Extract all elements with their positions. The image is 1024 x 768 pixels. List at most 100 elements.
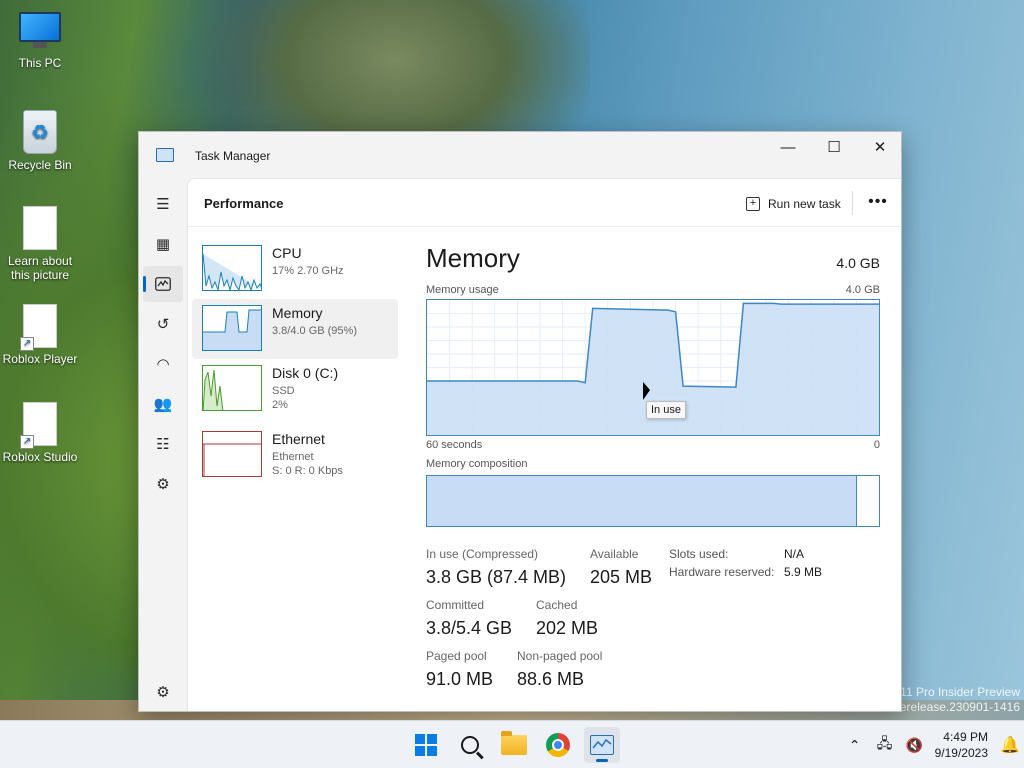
desktop-icon-label: Learn about this picture [7, 254, 73, 282]
recycle-bin-icon: ♻ [23, 110, 57, 154]
processes-icon[interactable]: ▦ [143, 226, 183, 262]
windows-watermark: 11 Pro Insider Preview rerelease.230901-… [896, 685, 1020, 715]
memory-thumbnail-graph [202, 305, 262, 351]
minimize-button[interactable]: — [765, 132, 811, 162]
desktop-icon-label: Roblox Studio [2, 450, 78, 464]
chrome-icon [546, 733, 570, 757]
desktop-icon-roblox-studio[interactable]: ↗ Roblox Studio [0, 402, 80, 464]
notifications-bell-icon[interactable]: 🔔 [996, 735, 1024, 755]
maximize-button[interactable]: ☐ [811, 132, 857, 162]
start-button[interactable] [408, 727, 444, 763]
stat-cached: Cached 202 MB [536, 598, 598, 639]
show-hidden-icons-chevron-icon[interactable]: ⌃ [841, 727, 869, 763]
detail-title: Memory [426, 243, 520, 273]
memory-usage-max: 4.0 GB [845, 284, 880, 296]
desktop-icon-label: Roblox Player [2, 352, 78, 366]
stat-value: 91.0 MB [426, 669, 494, 689]
taskbar-clock[interactable]: 4:49 PM 9/19/2023 [929, 729, 996, 761]
desktop-icon-label: Recycle Bin [8, 158, 72, 172]
desktop-icon-recycle-bin[interactable]: ♻ Recycle Bin [0, 110, 80, 172]
chrome-button[interactable] [540, 727, 576, 763]
shortcut-file-icon: ↗ [20, 402, 57, 449]
page-title: Performance [204, 196, 284, 211]
app-history-icon[interactable]: ↺ [143, 306, 183, 342]
performance-page: Performance + Run new task ••• CPU 17% 2… [187, 178, 901, 711]
ethernet-thumbnail-graph [202, 431, 262, 477]
computer-icon [19, 12, 61, 52]
resource-item-cpu[interactable]: CPU 17% 2.70 GHz [192, 239, 398, 299]
cpu-thumbnail-graph [202, 245, 262, 291]
resource-item-ethernet[interactable]: Ethernet Ethernet S: 0 R: 0 Kbps [192, 425, 398, 485]
stat-label: Committed [426, 598, 485, 612]
services-icon[interactable]: ⚙ [143, 466, 183, 502]
resource-item-memory[interactable]: Memory 3.8/4.0 GB (95%) [192, 299, 398, 359]
desktop-icon-learn-picture[interactable]: Learn about this picture [0, 206, 80, 282]
stat-value: 88.6 MB [517, 669, 585, 689]
network-icon[interactable]: 🖧 [869, 727, 901, 763]
stat-non-paged-pool: Non-paged pool 88.6 MB [517, 649, 602, 690]
resource-name: CPU [272, 245, 302, 261]
startup-apps-icon[interactable]: ◠ [143, 346, 183, 382]
resource-item-disk[interactable]: Disk 0 (C:) SSD 2% [192, 359, 398, 419]
run-new-task-label: Run new task [768, 197, 841, 211]
add-task-icon: + [746, 197, 760, 211]
taskbar: ⌃ 🖧 🔇 4:49 PM 9/19/2023 🔔 [0, 720, 1024, 768]
hardware-reserved-value: 5.9 MB [784, 565, 823, 579]
desktop-icon-this-pc[interactable]: This PC [0, 12, 80, 70]
resource-name: Ethernet [272, 431, 325, 447]
search-button[interactable] [452, 727, 488, 763]
stat-committed: Committed 3.8/5.4 GB [426, 598, 512, 639]
windows-logo-icon [415, 734, 437, 756]
stat-label: In use (Compressed) [426, 547, 539, 561]
resource-detail: 2% [272, 399, 288, 411]
volume-muted-icon[interactable]: 🔇 [901, 727, 929, 763]
stat-value: 205 MB [590, 567, 653, 587]
system-tray: ⌃ 🖧 🔇 4:49 PM 9/19/2023 🔔 [841, 721, 1024, 768]
stat-label: Cached [536, 598, 578, 612]
more-options-icon[interactable]: ••• [862, 191, 894, 217]
stat-available: Available 205 MB [590, 547, 652, 588]
stat-label: Paged pool [426, 649, 487, 663]
memory-composition-label: Memory composition [426, 458, 528, 470]
search-icon [461, 736, 479, 754]
performance-icon[interactable] [143, 266, 183, 302]
desktop-icon-roblox-player[interactable]: ↗ Roblox Player [0, 304, 80, 366]
settings-icon[interactable]: ⚙ [143, 674, 183, 710]
task-manager-taskbar-button[interactable] [584, 727, 620, 763]
window-title: Task Manager [195, 149, 271, 163]
watermark-line: 11 Pro Insider Preview [900, 685, 1020, 699]
stat-value: 202 MB [536, 618, 599, 638]
taskbar-apps [408, 727, 620, 763]
command-bar: Performance + Run new task ••• [188, 179, 901, 227]
users-icon[interactable]: 👥 [143, 386, 183, 422]
command-bar-divider [852, 191, 853, 215]
stat-label: Available [590, 547, 639, 561]
composition-in-use-segment [427, 476, 857, 526]
clock-time: 4:49 PM [943, 730, 988, 744]
run-new-task-button[interactable]: + Run new task [742, 191, 845, 217]
resource-list: CPU 17% 2.70 GHz Memory 3.8/4.0 GB (95%)… [192, 239, 398, 485]
file-explorer-button[interactable] [496, 727, 532, 763]
desktop-icon-label: This PC [18, 56, 62, 70]
hamburger-menu-icon[interactable]: ☰ [143, 186, 183, 222]
resource-detail: 3.8/4.0 GB (95%) [272, 325, 357, 337]
stat-in-use: In use (Compressed) 3.8 GB (87.4 MB) [426, 547, 566, 588]
clock-date: 9/19/2023 [934, 746, 988, 760]
memory-total: 4.0 GB [836, 255, 880, 271]
resource-detail: S: 0 R: 0 Kbps [272, 465, 343, 477]
stat-value: 3.8/5.4 GB [426, 618, 513, 638]
slots-used-value: N/A [784, 547, 805, 561]
details-icon[interactable]: ☷ [143, 426, 183, 462]
memory-composition-bar [426, 475, 880, 527]
graph-time-axis-start: 60 seconds [426, 439, 483, 451]
resource-name: Memory [272, 305, 323, 321]
resource-detail: Ethernet [272, 451, 314, 463]
close-button[interactable]: ✕ [857, 132, 903, 162]
graph-time-axis-end: 0 [873, 439, 880, 451]
resource-detail: 17% 2.70 GHz [272, 265, 344, 277]
task-manager-icon [156, 148, 174, 162]
task-manager-icon [590, 735, 614, 755]
folder-icon [501, 731, 527, 755]
document-icon [23, 206, 57, 250]
title-bar[interactable]: Task Manager — ☐ ✕ [139, 132, 901, 178]
